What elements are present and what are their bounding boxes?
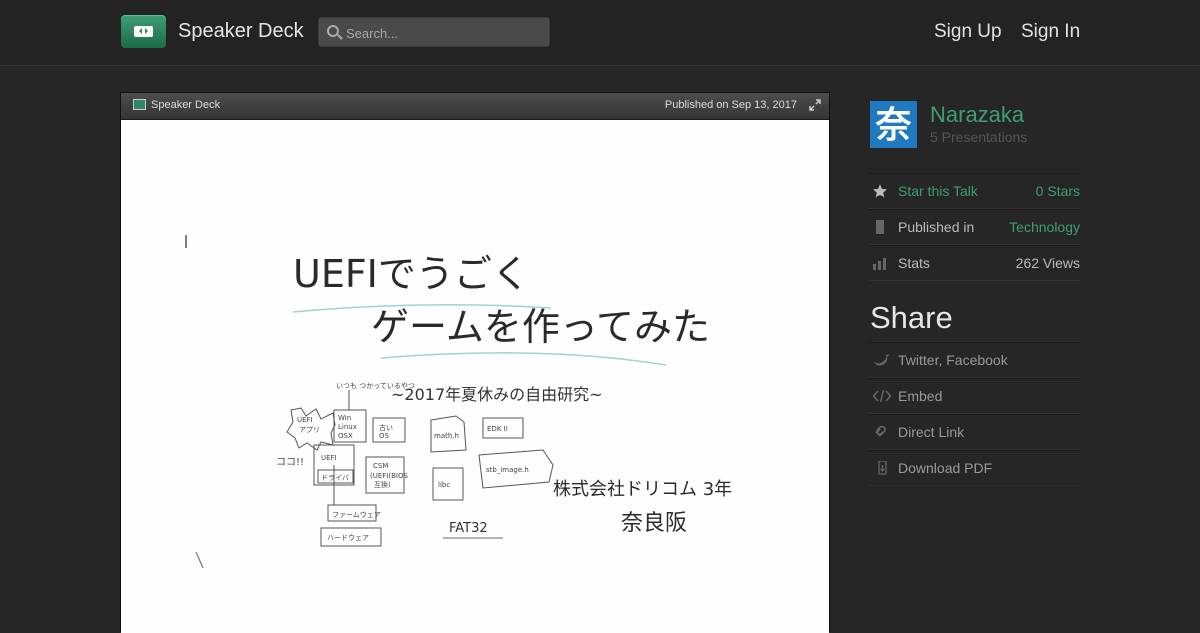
star-icon xyxy=(873,184,887,198)
brand-name[interactable]: Speaker Deck xyxy=(178,20,304,43)
slide-image[interactable]: UEFIでうごく ゲームを作ってみた ~2017年夏休みの自由研究~ いつも つ… xyxy=(121,120,829,633)
slide-subtitle: ~2017年夏休みの自由研究~ xyxy=(391,385,603,404)
svg-text:UEFI: UEFI xyxy=(321,454,337,462)
share-list: Twitter, Facebook Embed Direct Link Down… xyxy=(869,342,1080,486)
author-presentation-count: 5 Presentations xyxy=(930,129,1028,145)
sign-in-link[interactable]: Sign In xyxy=(1021,21,1080,43)
svg-text:(UEFI(BIOS: (UEFI(BIOS xyxy=(370,472,408,480)
download-icon xyxy=(878,461,887,475)
player-brand[interactable]: Speaker Deck xyxy=(151,99,220,111)
svg-text:UEFI: UEFI xyxy=(297,416,313,424)
svg-text:OSX: OSX xyxy=(338,432,353,440)
stats-row: Stats 262 Views xyxy=(869,245,1080,281)
code-icon xyxy=(873,389,891,403)
speaker-deck-logo-icon[interactable] xyxy=(121,15,166,48)
svg-text:math.h: math.h xyxy=(434,432,459,440)
search-box[interactable] xyxy=(318,17,550,47)
svg-text:libc: libc xyxy=(438,481,450,489)
top-bar: Speaker Deck Sign Up Sign In xyxy=(0,0,1200,66)
search-icon xyxy=(327,25,339,37)
svg-text:アプリ: アプリ xyxy=(299,426,320,434)
svg-text:Linux: Linux xyxy=(338,423,357,431)
bookmark-icon xyxy=(876,220,884,234)
download-pdf-label[interactable]: Download PDF xyxy=(898,460,992,476)
player-bar: Speaker Deck Published on Sep 13, 2017 xyxy=(121,93,829,120)
author-name[interactable]: Narazaka xyxy=(930,102,1024,128)
share-social-label[interactable]: Twitter, Facebook xyxy=(898,352,1008,368)
svg-text:互換): 互換) xyxy=(374,480,391,489)
svg-text:CSM: CSM xyxy=(373,462,388,470)
presentation-player: Speaker Deck Published on Sep 13, 2017 U… xyxy=(120,92,830,633)
svg-text:ハードウェア: ハードウェア xyxy=(327,534,369,542)
star-talk-label[interactable]: Star this Talk xyxy=(898,183,978,199)
embed-label[interactable]: Embed xyxy=(898,388,942,404)
diagram-note: いつも つかっているやつ xyxy=(336,382,415,390)
share-social-row[interactable]: Twitter, Facebook xyxy=(869,342,1080,378)
slide-author: 奈良阪 xyxy=(621,511,687,536)
svg-text:ファームウェア: ファームウェア xyxy=(332,511,381,519)
category-link[interactable]: Technology xyxy=(1009,219,1080,235)
published-date: Published on Sep 13, 2017 xyxy=(664,99,797,111)
svg-text:ドライバ: ドライバ xyxy=(321,474,349,482)
talk-stats: Star this Talk 0 Stars Published in Tech… xyxy=(869,173,1080,281)
slide-title-line1: UEFIでうごく xyxy=(293,252,530,296)
slide-title-line2: ゲームを作ってみた xyxy=(371,305,710,349)
svg-text:OS: OS xyxy=(379,432,390,440)
direct-link-row[interactable]: Direct Link xyxy=(869,414,1080,450)
svg-text:Win: Win xyxy=(338,414,351,422)
diagram-here-label: ココ!! xyxy=(276,457,304,468)
fullscreen-icon[interactable] xyxy=(809,99,821,111)
search-input[interactable] xyxy=(344,22,548,44)
published-in-label: Published in xyxy=(898,219,975,235)
share-heading: Share xyxy=(870,300,953,335)
svg-text:FAT32: FAT32 xyxy=(449,521,488,536)
stats-label: Stats xyxy=(898,255,930,271)
published-in-row: Published in Technology xyxy=(869,209,1080,245)
star-count: 0 Stars xyxy=(1035,183,1080,199)
view-count: 262 Views xyxy=(1015,255,1080,271)
svg-text:古い: 古い xyxy=(379,423,393,432)
star-talk-row[interactable]: Star this Talk 0 Stars xyxy=(869,173,1080,209)
download-pdf-row[interactable]: Download PDF xyxy=(869,450,1080,486)
direct-link-label[interactable]: Direct Link xyxy=(898,424,964,440)
speaker-deck-mini-logo-icon xyxy=(133,99,146,110)
svg-text:stb_image.h: stb_image.h xyxy=(486,466,529,474)
author-avatar[interactable]: 奈 xyxy=(870,101,917,148)
bird-icon xyxy=(874,354,890,366)
embed-row[interactable]: Embed xyxy=(869,378,1080,414)
bar-chart-icon xyxy=(873,258,886,270)
sign-up-link[interactable]: Sign Up xyxy=(934,21,1002,43)
link-icon xyxy=(875,425,886,437)
svg-text:EDK II: EDK II xyxy=(487,425,508,433)
slide-affiliation: 株式会社ドリコム 3年 xyxy=(553,479,732,500)
